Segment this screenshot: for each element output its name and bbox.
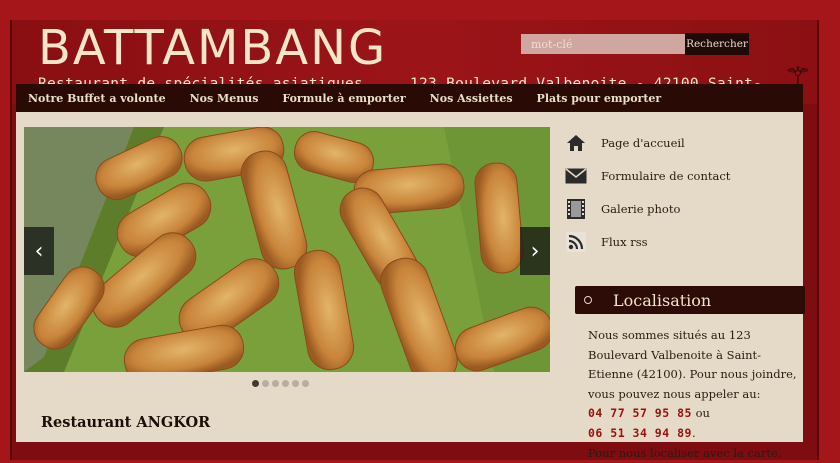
nav-item-buffet[interactable]: Notre Buffet a volonte: [16, 92, 178, 105]
sidebar-link-label: Formulaire de contact: [601, 168, 731, 183]
article-title: Restaurant ANGKOR: [41, 414, 211, 431]
content-area: ‹ › Restaurant ANGKOR Page d'accueil For…: [16, 112, 805, 460]
home-icon: [565, 132, 587, 154]
sidebar-link-gallery[interactable]: Galerie photo: [565, 192, 730, 225]
phone-number-2[interactable]: 06 51 34 94 89: [588, 426, 692, 440]
localisation-map-text: Pour nous localiser avec la carte,: [588, 445, 782, 460]
nav-item-menus[interactable]: Nos Menus: [178, 92, 271, 105]
localisation-text: Nous sommes situés au 123 Boulevard Valb…: [588, 328, 797, 460]
sidebar-link-contact[interactable]: Formulaire de contact: [565, 159, 730, 192]
phone-separator: ou: [695, 406, 710, 421]
site-logo[interactable]: BATTAMBANG: [38, 22, 387, 74]
sidebar-link-label: Galerie photo: [601, 201, 681, 216]
main-nav: Notre Buffet a volonte Nos Menus Formule…: [16, 84, 803, 112]
localisation-intro: Nous sommes situés au 123 Boulevard Valb…: [588, 328, 797, 401]
sidebar-link-home[interactable]: Page d'accueil: [565, 126, 730, 159]
film-icon: [565, 198, 587, 220]
slide-image-spring-rolls: [24, 127, 550, 372]
slider-dot[interactable]: [272, 380, 279, 387]
search-button[interactable]: Rechercher: [685, 33, 749, 55]
sidebar-links: Page d'accueil Formulaire de contact Gal…: [565, 126, 730, 258]
bullet-icon: [584, 296, 592, 304]
sidebar-link-rss[interactable]: Flux rss: [565, 225, 730, 258]
slider-dot[interactable]: [252, 380, 259, 387]
slider-dot[interactable]: [262, 380, 269, 387]
envelope-icon: [565, 165, 587, 187]
sidebar-link-label: Page d'accueil: [601, 135, 685, 150]
search-input[interactable]: [521, 34, 685, 54]
slider-next-button[interactable]: ›: [520, 227, 550, 275]
localisation-title: Localisation: [613, 290, 712, 310]
slider-dot[interactable]: [292, 380, 299, 387]
slider-pagination: [252, 380, 309, 387]
nav-item-plats[interactable]: Plats pour emporter: [525, 92, 674, 105]
slider-prev-button[interactable]: ‹: [24, 227, 54, 275]
sidebar-link-label: Flux rss: [601, 234, 648, 249]
localisation-heading: Localisation: [575, 286, 805, 314]
slider-dot[interactable]: [282, 380, 289, 387]
phone-number-1[interactable]: 04 77 57 95 85: [588, 406, 692, 420]
slider-dot[interactable]: [302, 380, 309, 387]
nav-item-assiettes[interactable]: Nos Assiettes: [418, 92, 525, 105]
nav-item-formule[interactable]: Formule à emporter: [270, 92, 417, 105]
image-slider[interactable]: ‹ ›: [24, 127, 550, 372]
rss-icon: [565, 231, 587, 253]
